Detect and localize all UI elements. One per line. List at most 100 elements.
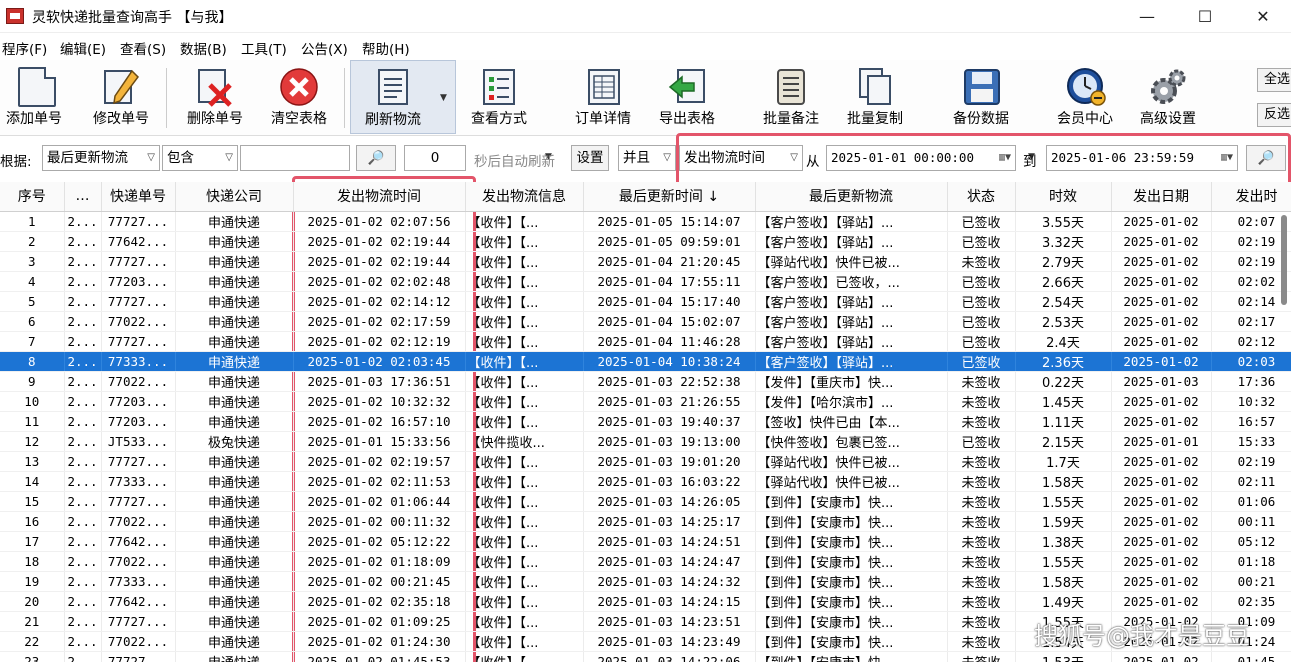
cell-status: 已签收 bbox=[947, 431, 1016, 452]
cell-send-time: 2025-01-02 02:19:44 bbox=[293, 231, 466, 252]
cell-unknown: 2... bbox=[64, 431, 102, 452]
cell-send-info: 【收件】【... bbox=[465, 511, 584, 532]
maximize-button[interactable]: ☐ bbox=[1177, 0, 1233, 33]
member-center-button[interactable]: 会员中心 bbox=[1050, 60, 1120, 134]
col-unknown[interactable]: … bbox=[64, 182, 102, 212]
menu-notice[interactable]: 公告(X) bbox=[301, 38, 348, 58]
clear-table-button[interactable]: 清空表格 bbox=[264, 60, 334, 134]
cell-last-update-time: 2025-01-03 14:25:17 bbox=[583, 511, 756, 532]
table-row[interactable]: 5 2... 77727... 申通快递 2025-01-02 02:14:12 【收件】… bbox=[0, 291, 1291, 312]
col-send-date[interactable]: 发出日期 bbox=[1111, 182, 1212, 212]
table-row[interactable]: 6 2... 77022... 申通快递 2025-01-02 02:17:59 【收件】… bbox=[0, 311, 1291, 332]
delete-number-button[interactable]: 删除单号 bbox=[180, 60, 250, 134]
table-row[interactable]: 7 2... 77727... 申通快递 2025-01-02 02:12:19 【收件】… bbox=[0, 331, 1291, 352]
filter-mode-select[interactable]: 包含 ▽ bbox=[162, 145, 238, 171]
col-courier[interactable]: 快递公司 bbox=[175, 182, 294, 212]
cell-status: 未签收 bbox=[947, 591, 1016, 612]
table-row[interactable]: 18 2... 77022... 申通快递 2025-01-02 01:18:09 【收件… bbox=[0, 551, 1291, 572]
keyword-input[interactable] bbox=[240, 145, 350, 171]
table-row[interactable]: 14 2... 77333... 申通快递 2025-01-02 02:11:53 【收件… bbox=[0, 471, 1291, 492]
cell-last-update-info: 【客户签收】【驿站】... bbox=[755, 291, 948, 312]
view-mode-button[interactable]: 查看方式 bbox=[464, 60, 534, 134]
cell-send-info: 【收件】【... bbox=[465, 351, 584, 372]
table-row[interactable]: 2 2... 77642... 申通快递 2025-01-02 02:19:44 【收件】… bbox=[0, 231, 1291, 252]
table-row[interactable]: 15 2... 77727... 申通快递 2025-01-02 01:06:44 【收件… bbox=[0, 491, 1291, 512]
col-index[interactable]: 序号 bbox=[0, 182, 65, 212]
cell-last-update-info: 【到件】【安康市】快... bbox=[755, 651, 948, 662]
order-detail-button[interactable]: 订单详情 bbox=[568, 60, 638, 134]
advanced-settings-button[interactable]: 高级设置 bbox=[1132, 60, 1204, 134]
table-row[interactable]: 12 2... JT533... 极兔快递 2025-01-01 15:33:56 【快件… bbox=[0, 431, 1291, 452]
batch-note-button[interactable]: 批量备注 bbox=[756, 60, 826, 134]
add-number-label: 添加单号 bbox=[6, 111, 62, 127]
cell-send-info: 【收件】【... bbox=[465, 531, 584, 552]
table-row[interactable]: 16 2... 77022... 申通快递 2025-01-02 00:11:32 【收件… bbox=[0, 511, 1291, 532]
cell-tracking-number: 77642... bbox=[101, 531, 176, 552]
cell-duration: 2.79天 bbox=[1015, 251, 1112, 272]
cell-status: 未签收 bbox=[947, 371, 1016, 392]
cell-courier: 申通快递 bbox=[175, 611, 294, 632]
filter-field-select[interactable]: 最后更新物流 ▽ bbox=[42, 145, 160, 171]
select-all-button[interactable]: 全选 bbox=[1257, 68, 1291, 92]
cell-send-date: 2025-01-02 bbox=[1111, 311, 1212, 332]
backup-data-button[interactable]: 备份数据 bbox=[946, 60, 1016, 134]
cell-unknown: 2... bbox=[64, 291, 102, 312]
col-duration[interactable]: 时效 bbox=[1015, 182, 1112, 212]
col-status[interactable]: 状态 bbox=[947, 182, 1016, 212]
add-number-button[interactable]: 添加单号 bbox=[0, 60, 68, 134]
table-row[interactable]: 1 2... 77727... 申通快递 2025-01-02 02:07:56 【收件】… bbox=[0, 211, 1291, 232]
table-row[interactable]: 8 2... 77333... 申通快递 2025-01-02 02:03:45 【收件】… bbox=[0, 351, 1291, 372]
settings-button[interactable]: 设置 bbox=[571, 145, 609, 171]
table-row[interactable]: 232...77727...申通快递2025-01-02 01:45:53【收件… bbox=[0, 651, 1291, 662]
refresh-seconds-input[interactable]: 0 bbox=[404, 145, 466, 171]
cell-send-date: 2025-01-02 bbox=[1111, 451, 1212, 472]
col-tracking-number[interactable]: 快递单号 bbox=[101, 182, 176, 212]
cell-unknown: 2... bbox=[64, 391, 102, 412]
chevron-down-icon[interactable]: ▼ bbox=[440, 93, 447, 103]
cell-status: 未签收 bbox=[947, 491, 1016, 512]
cell-index: 5 bbox=[0, 291, 65, 312]
close-button[interactable]: ✕ bbox=[1235, 0, 1291, 33]
table-row[interactable]: 4 2... 77203... 申通快递 2025-01-02 02:02:48 【收件】… bbox=[0, 271, 1291, 292]
menu-tools[interactable]: 工具(T) bbox=[241, 38, 287, 58]
cell-last-update-time: 2025-01-03 14:24:47 bbox=[583, 551, 756, 572]
edit-number-button[interactable]: 修改单号 bbox=[86, 60, 156, 134]
cell-send-time: 2025-01-02 02:19:57 bbox=[293, 451, 466, 472]
col-send-info[interactable]: 发出物流信息 bbox=[465, 182, 584, 212]
table-row[interactable]: 19 2... 77333... 申通快递 2025-01-02 00:21:45 【收件… bbox=[0, 571, 1291, 592]
cell-courier: 申通快递 bbox=[175, 551, 294, 572]
search-button[interactable]: 🔎 bbox=[356, 145, 396, 171]
menu-help[interactable]: 帮助(H) bbox=[362, 38, 410, 58]
menu-program[interactable]: 程序(F) bbox=[2, 38, 47, 58]
menu-view[interactable]: 查看(S) bbox=[120, 38, 166, 58]
cell-send-info: 【收件】【... bbox=[465, 591, 584, 612]
cell-index: 10 bbox=[0, 391, 65, 412]
vertical-scrollbar[interactable] bbox=[1281, 215, 1287, 305]
minimize-button[interactable]: — bbox=[1119, 0, 1175, 33]
logic-select[interactable]: 并且 ▽ bbox=[618, 145, 676, 171]
col-last-update-info[interactable]: 最后更新物流 bbox=[755, 182, 948, 212]
col-last-update-time[interactable]: 最后更新时间 ↓ bbox=[583, 182, 756, 212]
invert-selection-button[interactable]: 反选 bbox=[1257, 103, 1291, 127]
table-row[interactable]: 3 2... 77727... 申通快递 2025-01-02 02:19:44 【收件】… bbox=[0, 251, 1291, 272]
table-row[interactable]: 20 2... 77642... 申通快递 2025-01-02 02:35:18 【收件… bbox=[0, 591, 1291, 612]
cell-status: 未签收 bbox=[947, 651, 1016, 662]
copy-icon bbox=[856, 67, 894, 107]
table-row[interactable]: 13 2... 77727... 申通快递 2025-01-02 02:19:57 【收件… bbox=[0, 451, 1291, 472]
col-send-clock[interactable]: 发出时 bbox=[1211, 182, 1291, 212]
menu-edit[interactable]: 编辑(E) bbox=[60, 38, 106, 58]
table-row[interactable]: 17 2... 77642... 申通快递 2025-01-02 05:12:22 【收件… bbox=[0, 531, 1291, 552]
table-row[interactable]: 11 2... 77203... 申通快递 2025-01-02 16:57:10 【收件… bbox=[0, 411, 1291, 432]
cell-send-date: 2025-01-02 bbox=[1111, 651, 1212, 662]
cell-last-update-info: 【到件】【安康市】快... bbox=[755, 511, 948, 532]
col-send-time[interactable]: 发出物流时间 bbox=[293, 182, 466, 212]
cell-send-info: 【收件】【... bbox=[465, 491, 584, 512]
menu-data[interactable]: 数据(B) bbox=[180, 38, 227, 58]
refresh-logistics-button[interactable]: 刷新物流 ▼ bbox=[350, 60, 456, 134]
cell-courier: 申通快递 bbox=[175, 451, 294, 472]
table-row[interactable]: 10 2... 77203... 申通快递 2025-01-02 10:32:32 【收件… bbox=[0, 391, 1291, 412]
export-table-button[interactable]: 导出表格 bbox=[652, 60, 722, 134]
batch-copy-button[interactable]: 批量复制 bbox=[840, 60, 910, 134]
gear-icon bbox=[1148, 67, 1186, 107]
table-row[interactable]: 9 2... 77022... 申通快递 2025-01-03 17:36:51 【收件】… bbox=[0, 371, 1291, 392]
